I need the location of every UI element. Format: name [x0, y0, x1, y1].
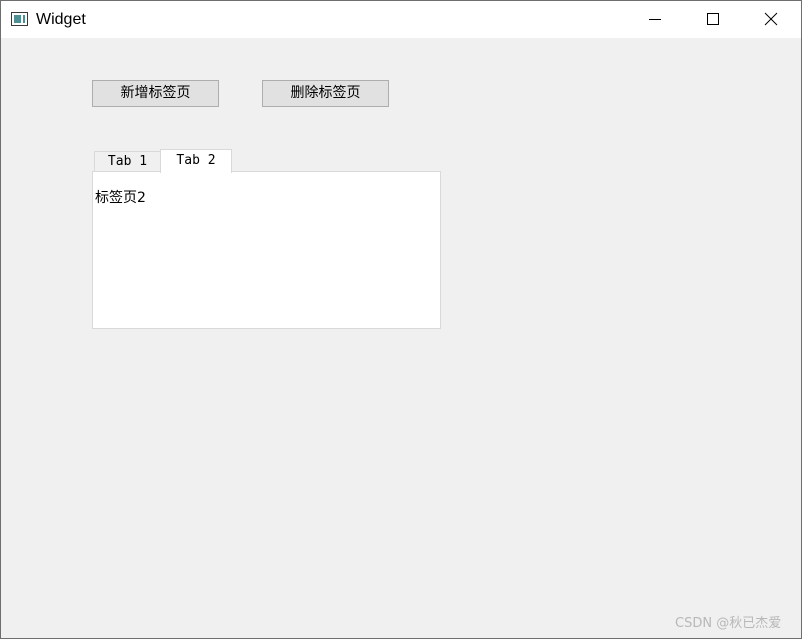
title-bar[interactable]: Widget — [1, 1, 801, 38]
minimize-icon — [649, 19, 661, 20]
close-button[interactable] — [742, 1, 800, 38]
tab-2[interactable]: Tab 2 — [160, 149, 232, 173]
maximize-icon — [707, 13, 719, 25]
close-icon — [764, 12, 778, 26]
application-window: Widget 新增标签页 删除标签页 Tab 1 Tab 2 标签页2 CSDN… — [0, 0, 802, 639]
minimize-button[interactable] — [626, 1, 684, 38]
window-title: Widget — [36, 11, 86, 28]
tab-1[interactable]: Tab 1 — [94, 151, 161, 172]
add-tab-button[interactable]: 新增标签页 — [92, 80, 219, 107]
tab-content-label: 标签页2 — [95, 190, 146, 206]
tab-content-pane: 标签页2 — [92, 171, 441, 329]
remove-tab-button[interactable]: 删除标签页 — [262, 80, 389, 107]
maximize-button[interactable] — [684, 1, 742, 38]
watermark-text: CSDN @秋已杰爱 — [675, 616, 782, 631]
window-app-icon — [11, 12, 28, 26]
